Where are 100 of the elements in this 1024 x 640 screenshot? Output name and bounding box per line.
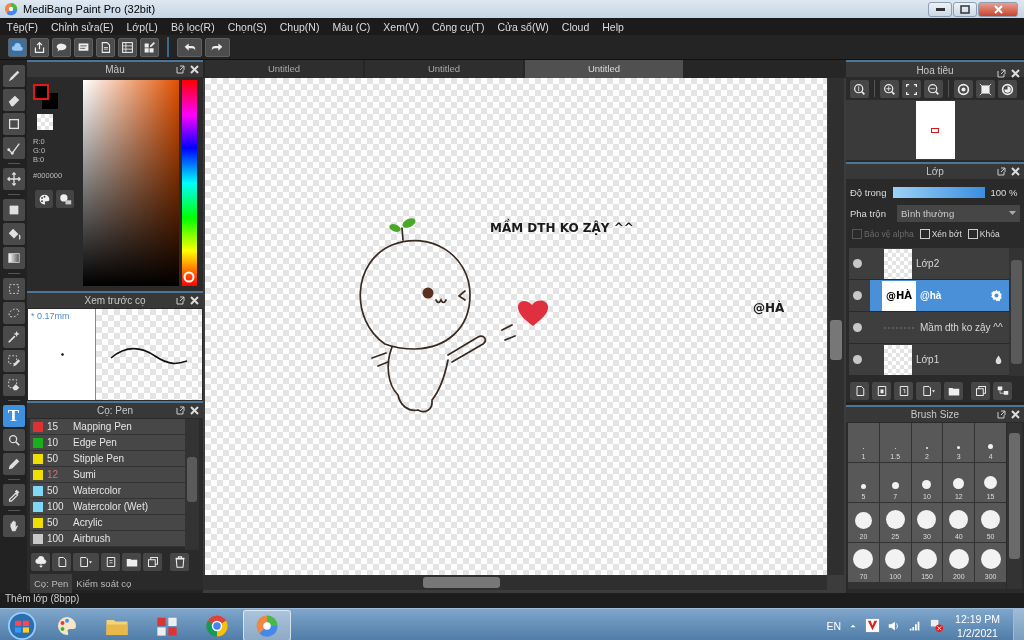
horizontal-scrollbar[interactable]	[203, 575, 827, 590]
gear-icon[interactable]	[990, 289, 1003, 302]
close-icon[interactable]	[1011, 410, 1020, 419]
brush-list-item[interactable]: 50 Stipple Pen	[30, 451, 185, 467]
mono-layer-button[interactable]	[894, 382, 913, 400]
tool-button[interactable]: T	[2, 405, 25, 427]
brush-list-item[interactable]: 15 Mapping Pen	[30, 419, 185, 435]
toolbar-button[interactable]	[118, 37, 137, 57]
pop-out-icon[interactable]	[176, 65, 185, 74]
hue-slider[interactable]	[182, 80, 197, 286]
tool-button[interactable]	[2, 515, 25, 537]
visibility-toggle[interactable]	[853, 259, 862, 268]
document-tab[interactable]: Untitled	[365, 60, 523, 78]
tool-button[interactable]	[2, 247, 25, 269]
navigator-button[interactable]	[880, 80, 899, 98]
menu-item[interactable]: Cloud	[555, 20, 596, 33]
document-tab[interactable]: Untitled	[525, 60, 683, 78]
close-icon[interactable]	[190, 65, 199, 74]
tool-button[interactable]	[2, 278, 25, 300]
brush-list-item[interactable]: 100 Airbrush	[30, 531, 185, 547]
toolbar-button[interactable]	[52, 37, 71, 57]
navigator-button[interactable]	[976, 80, 995, 98]
visibility-toggle[interactable]	[853, 323, 862, 332]
antivirus-icon[interactable]	[865, 618, 881, 633]
menu-item[interactable]: Công cụ(T)	[425, 20, 491, 33]
navigator-button[interactable]	[954, 80, 973, 98]
navigator-button[interactable]	[924, 80, 943, 98]
menu-item[interactable]: Tệp(F)	[0, 20, 45, 33]
menu-item[interactable]: Cửa sổ(W)	[490, 20, 556, 33]
tool-button[interactable]	[2, 113, 25, 135]
menu-item[interactable]: Màu (C)	[325, 20, 377, 33]
script-brush-button[interactable]	[101, 553, 120, 571]
drawing-canvas[interactable]: MẦM DTH KO ZẬY ^^ @HÀ	[205, 78, 827, 575]
folder-button[interactable]	[122, 553, 141, 571]
brush-menu-button[interactable]	[73, 553, 99, 571]
close-icon[interactable]	[1011, 69, 1020, 78]
network-error-icon[interactable]	[929, 618, 945, 633]
new-brush-button[interactable]	[52, 553, 71, 571]
toolbar-button[interactable]	[8, 37, 27, 57]
pop-out-icon[interactable]	[176, 296, 185, 305]
tool-button[interactable]	[2, 65, 25, 87]
vertical-scrollbar[interactable]	[828, 78, 844, 575]
vertical-scrollbar[interactable]	[1009, 248, 1024, 376]
toolbar-button[interactable]	[96, 37, 115, 57]
duplicate-button[interactable]	[143, 553, 162, 571]
tool-button[interactable]	[2, 137, 25, 159]
tool-button[interactable]	[2, 89, 25, 111]
menu-item[interactable]: Lớp(L)	[119, 20, 165, 33]
tool-button[interactable]	[2, 168, 25, 190]
layer-item[interactable]: @HÀ @hà	[870, 280, 1009, 311]
brush-list-item[interactable]: 50 Acrylic	[30, 515, 185, 531]
menu-item[interactable]: Chỉnh sửa(E)	[44, 20, 120, 33]
panel-tab[interactable]: Cọ: Pen	[30, 574, 73, 593]
add-brush-button[interactable]	[31, 553, 50, 571]
document-tab[interactable]: Untitled	[205, 60, 363, 78]
transparent-color-swatch[interactable]	[37, 114, 53, 130]
delete-button[interactable]	[170, 553, 189, 571]
folder-button[interactable]	[944, 382, 963, 400]
close-button[interactable]	[978, 1, 1018, 17]
palette-list-button[interactable]	[56, 190, 74, 208]
vertical-scrollbar[interactable]	[185, 419, 199, 550]
pop-out-icon[interactable]	[176, 406, 185, 415]
maximize-button[interactable]	[953, 1, 977, 17]
clock[interactable]: 12:19 PM 1/2/2021	[955, 611, 1000, 640]
pop-out-icon[interactable]	[997, 410, 1006, 419]
tool-button[interactable]	[2, 374, 25, 396]
opacity-slider[interactable]	[893, 186, 986, 198]
halftone-layer-button[interactable]	[872, 382, 891, 400]
toolbar-button[interactable]	[74, 37, 93, 57]
add-layer-menu-button[interactable]	[916, 382, 941, 400]
brush-list-item[interactable]: 12 Sumi	[30, 467, 185, 483]
tool-button[interactable]	[2, 453, 25, 475]
tool-button[interactable]	[2, 484, 25, 506]
menu-item[interactable]: Chụp(N)	[273, 20, 326, 33]
panel-tab[interactable]: Kiểm soát cọ	[72, 574, 136, 593]
menu-item[interactable]: Help	[595, 20, 631, 33]
merge-button[interactable]	[993, 382, 1012, 400]
vertical-scrollbar[interactable]	[1007, 423, 1022, 589]
duplicate-button[interactable]	[971, 382, 990, 400]
menu-item[interactable]: Xem(V)	[376, 20, 426, 33]
navigator-button[interactable]	[998, 80, 1017, 98]
tool-button[interactable]	[2, 199, 25, 221]
new-layer-button[interactable]	[850, 382, 869, 400]
pop-out-icon[interactable]	[997, 69, 1006, 78]
palette-button[interactable]	[35, 190, 53, 208]
brush-list-item[interactable]: 50 Watercolor	[30, 483, 185, 499]
undo-button[interactable]	[177, 37, 202, 57]
navigator-button[interactable]	[902, 80, 921, 98]
close-icon[interactable]	[1011, 167, 1020, 176]
minimize-button[interactable]	[928, 1, 952, 17]
taskbar-button[interactable]	[243, 610, 291, 640]
menu-item[interactable]: Chọn(S)	[221, 20, 274, 33]
color-swatches[interactable]	[33, 84, 58, 109]
navigator-button[interactable]	[850, 80, 869, 98]
visibility-toggle[interactable]	[853, 355, 862, 364]
brush-list-item[interactable]: 10 Edge Pen	[30, 435, 185, 451]
blend-mode-dropdown[interactable]: Bình thường	[896, 204, 1020, 222]
color-picker-square[interactable]	[83, 80, 179, 286]
tool-button[interactable]	[2, 350, 25, 372]
tool-button[interactable]	[2, 223, 25, 245]
